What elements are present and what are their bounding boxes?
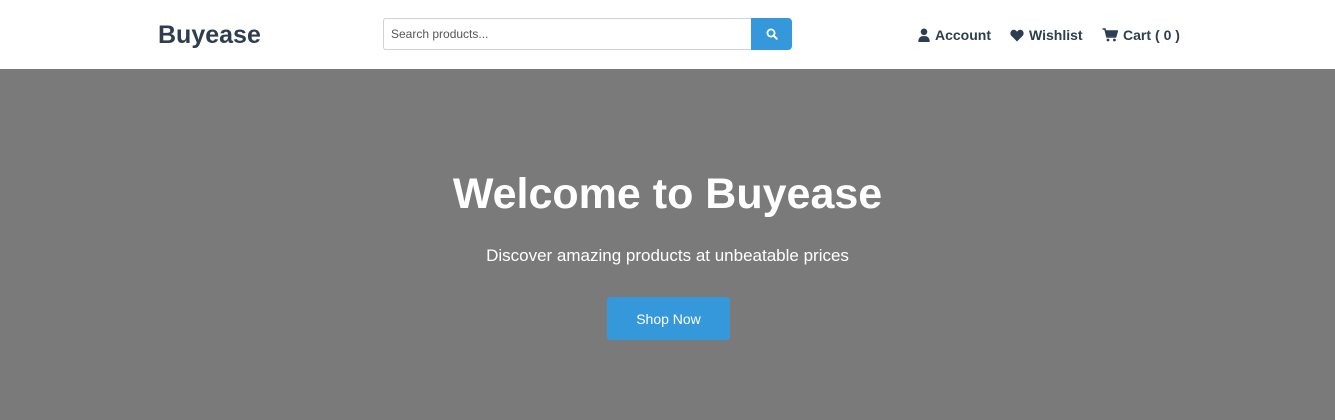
heart-icon [1010,29,1024,41]
shop-now-button[interactable]: Shop Now [607,297,730,340]
hero-title: Welcome to Buyease [452,170,883,218]
wishlist-label: Wishlist [1029,27,1083,43]
wishlist-link[interactable]: Wishlist [1010,24,1083,46]
site-header: Buyease Account Wishlist Cart ( 0 [0,0,1335,69]
cart-label: Cart [1123,27,1152,43]
search-input[interactable] [383,18,751,50]
shopping-cart-icon [1102,28,1118,42]
site-logo[interactable]: Buyease [158,19,261,51]
hero-banner: Welcome to Buyease Discover amazing prod… [0,69,1335,420]
search-button[interactable] [751,18,792,50]
cart-count: ( 0 ) [1155,27,1180,43]
account-link[interactable]: Account [918,24,991,46]
hero-subtitle: Discover amazing products at unbeatable … [486,246,849,265]
search-bar [383,18,792,50]
cart-link[interactable]: Cart ( 0 ) [1102,24,1180,46]
account-label: Account [935,27,991,43]
user-icon [918,28,930,42]
search-icon [766,28,778,40]
